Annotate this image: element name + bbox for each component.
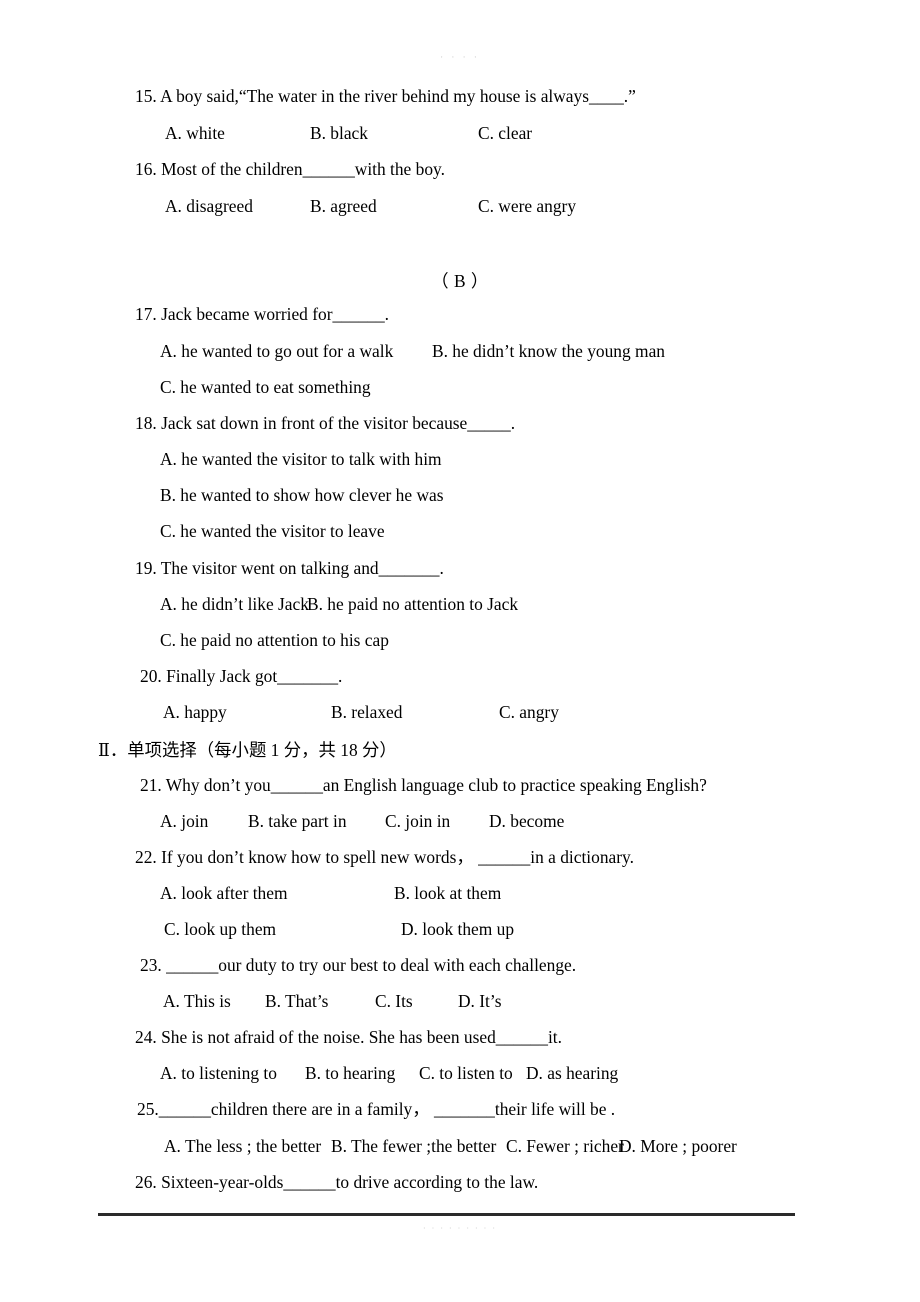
question-22-option-a[interactable]: A. look after them	[160, 883, 288, 904]
question-18-option-b[interactable]: B. he wanted to show how clever he was	[160, 485, 444, 506]
question-20-option-b[interactable]: B. relaxed	[331, 702, 402, 723]
question-21-stem: 21. Why don’t you______an English langua…	[140, 775, 707, 795]
question-16-option-c[interactable]: C. were angry	[478, 196, 576, 217]
question-20-option-c[interactable]: C. angry	[499, 702, 559, 723]
question-16-option-a[interactable]: A. disagreed	[165, 196, 253, 217]
question-18-option-a[interactable]: A. he wanted the visitor to talk with hi…	[160, 449, 442, 470]
question-25-option-d[interactable]: D. More ; poorer	[619, 1136, 737, 1157]
question-17-option-b[interactable]: B. he didn’t know the young man	[432, 341, 665, 362]
reading-section-b-label: （ B ）	[431, 271, 489, 291]
question-21-option-a[interactable]: A. join	[160, 811, 208, 832]
question-21-option-c[interactable]: C. join in	[385, 811, 450, 832]
question-25-stem: 25.______children there are in a family，…	[137, 1099, 616, 1119]
question-23-option-d[interactable]: D. It’s	[458, 991, 501, 1012]
question-22-stem: 22. If you don’t know how to spell new w…	[135, 847, 634, 867]
question-15-option-b[interactable]: B. black	[310, 123, 368, 144]
question-25-option-a[interactable]: A. The less ; the better	[164, 1136, 321, 1157]
question-18-stem: 18. Jack sat down in front of the visito…	[135, 413, 516, 433]
question-24-option-b[interactable]: B. to hearing	[305, 1063, 395, 1084]
question-15-option-a[interactable]: A. white	[165, 123, 225, 144]
question-17-option-c[interactable]: C. he wanted to eat something	[160, 377, 371, 398]
question-22-option-d[interactable]: D. look them up	[401, 919, 514, 940]
question-19-option-b[interactable]: B. he paid no attention to Jack	[307, 594, 518, 615]
question-19-option-c[interactable]: C. he paid no attention to his cap	[160, 630, 389, 651]
footer-divider	[98, 1213, 795, 1216]
question-23-stem: 23. ______our duty to try our best to de…	[140, 955, 577, 975]
question-23-option-a[interactable]: A. This is	[163, 991, 231, 1012]
question-25-option-b[interactable]: B. The fewer ;the better	[331, 1136, 496, 1157]
page-bottom-mark: · · · · · · · · ·	[423, 1224, 497, 1233]
question-22-option-b[interactable]: B. look at them	[394, 883, 501, 904]
question-17-stem: 17. Jack became worried for______.	[135, 304, 390, 324]
question-24-option-c[interactable]: C. to listen to	[419, 1063, 513, 1084]
question-24-option-d[interactable]: D. as hearing	[526, 1063, 618, 1084]
question-19-stem: 19. The visitor went on talking and_____…	[135, 558, 444, 578]
question-23-option-b[interactable]: B. That’s	[265, 991, 328, 1012]
question-19-option-a[interactable]: A. he didn’t like Jack	[160, 594, 309, 615]
question-25-option-c[interactable]: C. Fewer ; richer	[506, 1136, 624, 1157]
question-24-option-a[interactable]: A. to listening to	[160, 1063, 277, 1084]
question-20-option-a[interactable]: A. happy	[163, 702, 227, 723]
question-21-option-b[interactable]: B. take part in	[248, 811, 347, 832]
exam-page: · · · · 15. A boy said,“The water in the…	[0, 0, 920, 1302]
question-24-stem: 24. She is not afraid of the noise. She …	[135, 1027, 562, 1047]
question-20-stem: 20. Finally Jack got_______.	[140, 666, 343, 686]
question-17-option-a[interactable]: A. he wanted to go out for a walk	[160, 341, 393, 362]
question-15-option-c[interactable]: C. clear	[478, 123, 532, 144]
question-18-option-c[interactable]: C. he wanted the visitor to leave	[160, 521, 385, 542]
page-top-mark: · · · ·	[440, 52, 480, 62]
question-23-option-c[interactable]: C. Its	[375, 991, 413, 1012]
multiple-choice-section-heading: Ⅱ．单项选择（每小题 1 分，共 18 分）	[98, 740, 397, 760]
question-21-option-d[interactable]: D. become	[489, 811, 564, 832]
question-22-option-c[interactable]: C. look up them	[164, 919, 276, 940]
question-15-stem: 15. A boy said,“The water in the river b…	[135, 86, 636, 106]
question-26-stem: 26. Sixteen-year-olds______to drive acco…	[135, 1172, 539, 1192]
question-16-stem: 16. Most of the children______with the b…	[135, 159, 445, 179]
question-16-option-b[interactable]: B. agreed	[310, 196, 377, 217]
